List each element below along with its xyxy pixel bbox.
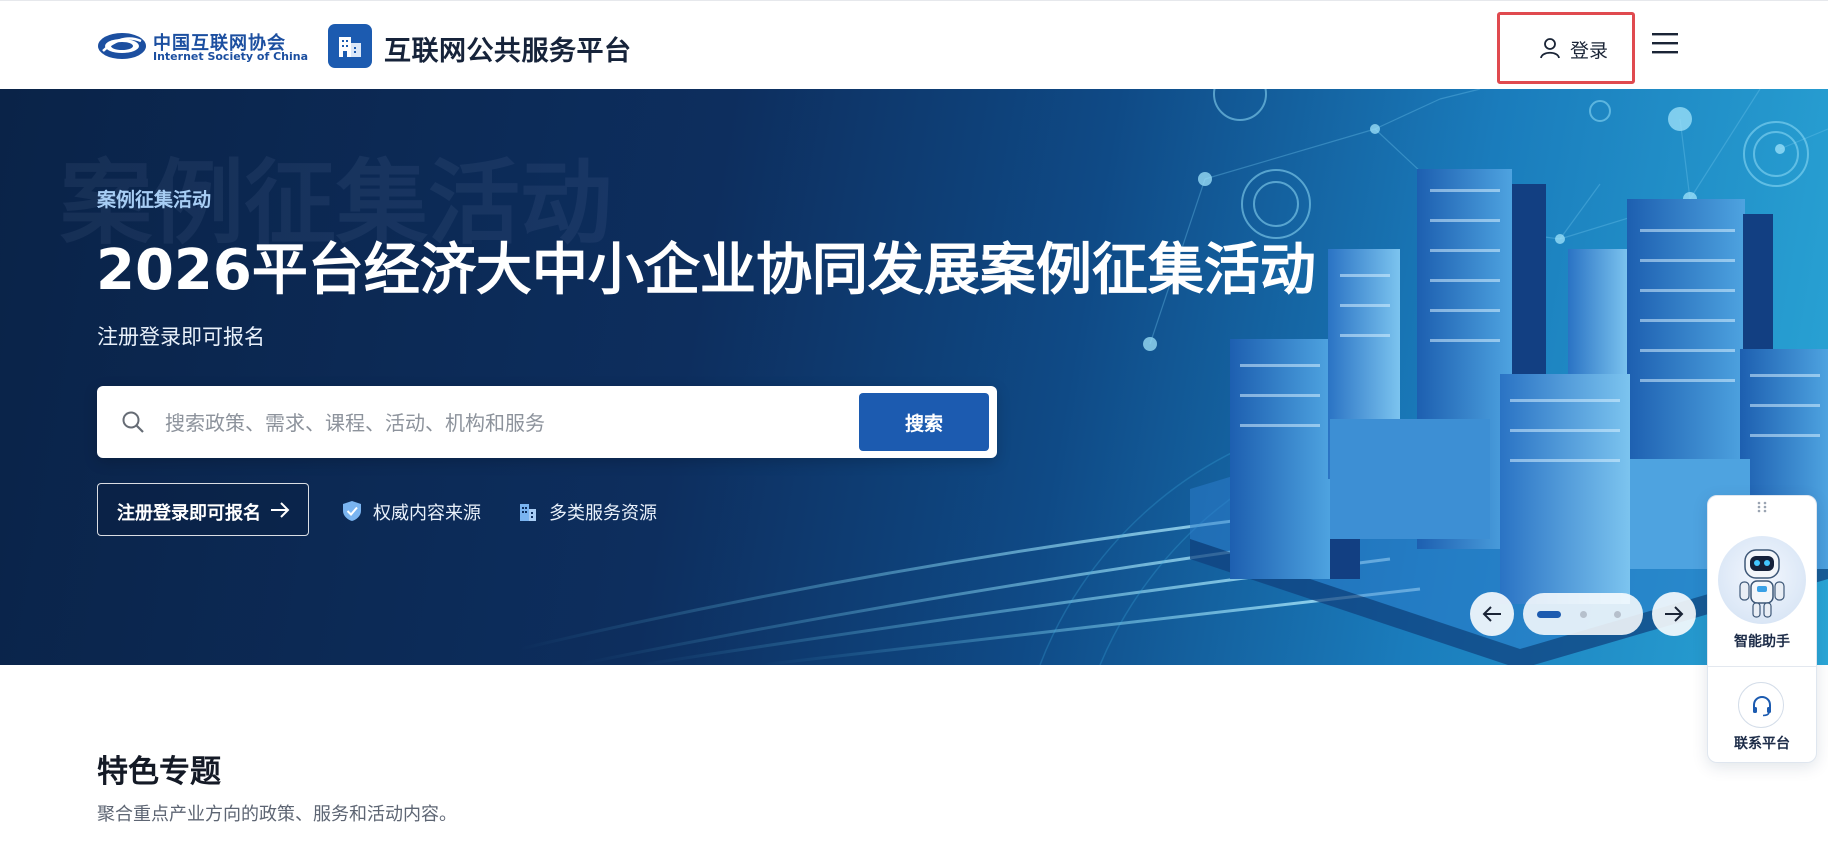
register-button-label: 注册登录即可报名 [117,503,261,524]
user-icon [1540,38,1560,59]
carousel-prev-button[interactable] [1470,592,1514,636]
contact-platform-label[interactable]: 联系平台 [1708,733,1816,753]
arrow-right-icon [271,502,290,518]
search-button[interactable]: 搜索 [859,393,989,451]
floating-assistant-panel: 智能助手 联系平台 [1707,495,1817,763]
login-label: 登录 [1570,40,1609,62]
hero-banner: 案例征集活动 案例征集活动 2026平台经济大中小企业协同发展案例征集活动 注册… [0,89,1828,665]
ai-assistant-label[interactable]: 智能助手 [1708,631,1816,651]
platform-building-icon[interactable] [328,24,372,68]
carousel-dot-2[interactable] [1580,611,1587,618]
search-icon [122,411,144,433]
carousel-indicators [1523,593,1643,635]
feature-resources-label: 多类服务资源 [549,503,657,524]
menu-icon[interactable] [1652,31,1678,55]
robot-avatar[interactable] [1718,536,1806,624]
drag-handle-icon[interactable] [1755,500,1769,514]
shield-check-icon [343,501,361,521]
arrow-right-icon [1665,606,1684,622]
assistant-divider [1708,666,1816,667]
arrow-left-icon [1482,606,1501,622]
top-header: 中国互联网协会 Internet Society of China 互联网公共服… [0,0,1828,89]
isc-logo-mark-icon [98,33,146,59]
login-button[interactable]: 登录 [1497,12,1635,84]
hero-subtitle: 注册登录即可报名 [97,325,265,349]
isc-logo-en: Internet Society of China [153,50,309,63]
headset-icon[interactable] [1738,682,1784,728]
section-subtitle: 聚合重点产业方向的政策、服务和活动内容。 [97,804,457,825]
platform-name[interactable]: 互联网公共服务平台 [384,29,632,68]
hero-kicker: 案例征集活动 [97,189,212,211]
hero-search-box: 搜索 [97,386,997,458]
hero-title: 2026平台经济大中小企业协同发展案例征集活动 [96,238,1316,303]
carousel-dot-1[interactable] [1537,611,1561,618]
carousel-next-button[interactable] [1652,592,1696,636]
isc-logo[interactable]: 中国互联网协会 Internet Society of China [97,27,309,65]
section-title: 特色专题 [97,754,221,790]
search-input[interactable] [163,402,947,444]
register-button[interactable]: 注册登录即可报名 [97,483,309,536]
building-icon [520,504,536,521]
feature-authoritative-label: 权威内容来源 [373,503,481,524]
carousel-dot-3[interactable] [1614,611,1621,618]
